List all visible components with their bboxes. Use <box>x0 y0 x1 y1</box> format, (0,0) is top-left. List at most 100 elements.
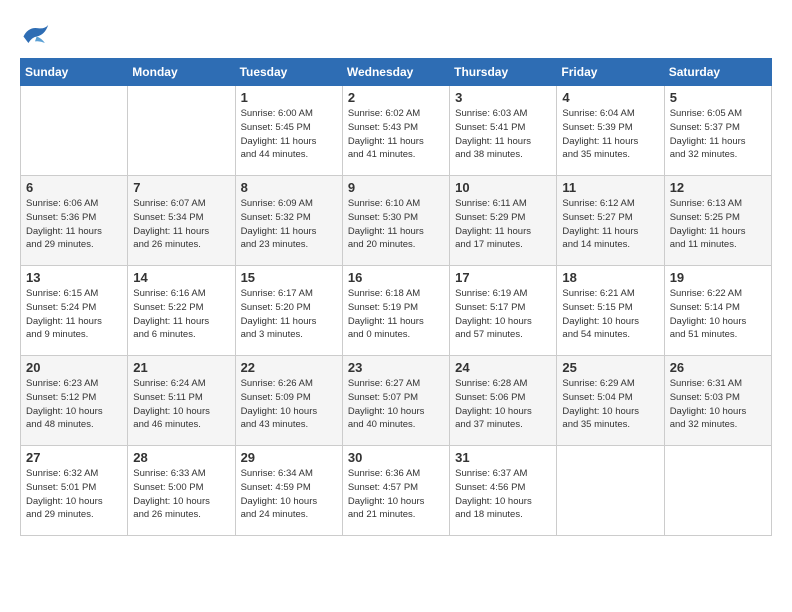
day-number: 25 <box>562 360 658 375</box>
day-number: 24 <box>455 360 551 375</box>
day-number: 29 <box>241 450 337 465</box>
day-info: Sunrise: 6:33 AM Sunset: 5:00 PM Dayligh… <box>133 467 229 522</box>
calendar-cell: 4Sunrise: 6:04 AM Sunset: 5:39 PM Daylig… <box>557 86 664 176</box>
day-info: Sunrise: 6:03 AM Sunset: 5:41 PM Dayligh… <box>455 107 551 162</box>
day-number: 18 <box>562 270 658 285</box>
day-number: 7 <box>133 180 229 195</box>
calendar-week-4: 20 Sunrise: 6:23 AM Sunset: 5:12 PM Dayli… <box>21 356 772 446</box>
calendar-cell: 20 Sunrise: 6:23 AM Sunset: 5:12 PM Dayli… <box>21 356 128 446</box>
calendar-cell: 25 Sunrise: 6:29 AM Sunset: 5:04 PM Dayli… <box>557 356 664 446</box>
day-number: 9 <box>348 180 444 195</box>
calendar-cell: 22 Sunrise: 6:26 AM Sunset: 5:09 PM Dayli… <box>235 356 342 446</box>
calendar-cell: 12 Sunrise: 6:13 AM Sunset: 5:25 PM Dayli… <box>664 176 771 266</box>
day-number: 14 <box>133 270 229 285</box>
calendar-cell: 21Sunrise: 6:24 AM Sunset: 5:11 PM Dayli… <box>128 356 235 446</box>
day-number: 26 <box>670 360 766 375</box>
calendar-cell: 29 Sunrise: 6:34 AM Sunset: 4:59 PM Dayli… <box>235 446 342 536</box>
calendar-cell: 2 Sunrise: 6:02 AM Sunset: 5:43 PM Daylig… <box>342 86 449 176</box>
day-info: Sunrise: 6:36 AM Sunset: 4:57 PM Dayligh… <box>348 467 444 522</box>
day-number: 16 <box>348 270 444 285</box>
calendar-cell: 6 Sunrise: 6:06 AM Sunset: 5:36 PM Daylig… <box>21 176 128 266</box>
day-header-wednesday: Wednesday <box>342 59 449 86</box>
day-info: Sunrise: 6:18 AM Sunset: 5:19 PM Dayligh… <box>348 287 444 342</box>
day-number: 4 <box>562 90 658 105</box>
day-number: 8 <box>241 180 337 195</box>
day-number: 3 <box>455 90 551 105</box>
calendar-cell: 31 Sunrise: 6:37 AM Sunset: 4:56 PM Dayli… <box>450 446 557 536</box>
day-number: 28 <box>133 450 229 465</box>
day-number: 19 <box>670 270 766 285</box>
day-header-saturday: Saturday <box>664 59 771 86</box>
day-number: 5 <box>670 90 766 105</box>
day-number: 2 <box>348 90 444 105</box>
calendar-cell: 9 Sunrise: 6:10 AM Sunset: 5:30 PM Daylig… <box>342 176 449 266</box>
day-header-monday: Monday <box>128 59 235 86</box>
calendar-week-2: 6 Sunrise: 6:06 AM Sunset: 5:36 PM Daylig… <box>21 176 772 266</box>
day-number: 10 <box>455 180 551 195</box>
day-info: Sunrise: 6:19 AM Sunset: 5:17 PM Dayligh… <box>455 287 551 342</box>
calendar-cell: 16 Sunrise: 6:18 AM Sunset: 5:19 PM Dayli… <box>342 266 449 356</box>
day-info: Sunrise: 6:37 AM Sunset: 4:56 PM Dayligh… <box>455 467 551 522</box>
day-info: Sunrise: 6:11 AM Sunset: 5:29 PM Dayligh… <box>455 197 551 252</box>
day-number: 22 <box>241 360 337 375</box>
calendar-cell: 13Sunrise: 6:15 AM Sunset: 5:24 PM Dayli… <box>21 266 128 356</box>
day-info: Sunrise: 6:26 AM Sunset: 5:09 PM Dayligh… <box>241 377 337 432</box>
calendar-cell: 7 Sunrise: 6:07 AM Sunset: 5:34 PM Daylig… <box>128 176 235 266</box>
day-info: Sunrise: 6:07 AM Sunset: 5:34 PM Dayligh… <box>133 197 229 252</box>
calendar-cell: 18 Sunrise: 6:21 AM Sunset: 5:15 PM Dayli… <box>557 266 664 356</box>
calendar-cell: 5 Sunrise: 6:05 AM Sunset: 5:37 PM Daylig… <box>664 86 771 176</box>
day-number: 12 <box>670 180 766 195</box>
day-number: 17 <box>455 270 551 285</box>
day-number: 6 <box>26 180 122 195</box>
calendar-cell: 11 Sunrise: 6:12 AM Sunset: 5:27 PM Dayli… <box>557 176 664 266</box>
day-info: Sunrise: 6:05 AM Sunset: 5:37 PM Dayligh… <box>670 107 766 162</box>
calendar-cell: 1Sunrise: 6:00 AM Sunset: 5:45 PM Daylig… <box>235 86 342 176</box>
calendar-cell: 30Sunrise: 6:36 AM Sunset: 4:57 PM Dayli… <box>342 446 449 536</box>
day-info: Sunrise: 6:27 AM Sunset: 5:07 PM Dayligh… <box>348 377 444 432</box>
calendar-week-1: 1Sunrise: 6:00 AM Sunset: 5:45 PM Daylig… <box>21 86 772 176</box>
calendar-header: SundayMondayTuesdayWednesdayThursdayFrid… <box>21 59 772 86</box>
day-info: Sunrise: 6:24 AM Sunset: 5:11 PM Dayligh… <box>133 377 229 432</box>
calendar-cell: 3 Sunrise: 6:03 AM Sunset: 5:41 PM Daylig… <box>450 86 557 176</box>
calendar-week-3: 13Sunrise: 6:15 AM Sunset: 5:24 PM Dayli… <box>21 266 772 356</box>
day-info: Sunrise: 6:34 AM Sunset: 4:59 PM Dayligh… <box>241 467 337 522</box>
calendar-cell: 28 Sunrise: 6:33 AM Sunset: 5:00 PM Dayli… <box>128 446 235 536</box>
day-info: Sunrise: 6:21 AM Sunset: 5:15 PM Dayligh… <box>562 287 658 342</box>
day-info: Sunrise: 6:09 AM Sunset: 5:32 PM Dayligh… <box>241 197 337 252</box>
day-info: Sunrise: 6:17 AM Sunset: 5:20 PM Dayligh… <box>241 287 337 342</box>
day-info: Sunrise: 6:31 AM Sunset: 5:03 PM Dayligh… <box>670 377 766 432</box>
day-info: Sunrise: 6:23 AM Sunset: 5:12 PM Dayligh… <box>26 377 122 432</box>
calendar-cell: 24Sunrise: 6:28 AM Sunset: 5:06 PM Dayli… <box>450 356 557 446</box>
calendar-week-5: 27 Sunrise: 6:32 AM Sunset: 5:01 PM Dayli… <box>21 446 772 536</box>
logo-icon <box>20 20 50 48</box>
day-info: Sunrise: 6:02 AM Sunset: 5:43 PM Dayligh… <box>348 107 444 162</box>
day-header-sunday: Sunday <box>21 59 128 86</box>
calendar-cell: 8 Sunrise: 6:09 AM Sunset: 5:32 PM Daylig… <box>235 176 342 266</box>
calendar-cell: 27 Sunrise: 6:32 AM Sunset: 5:01 PM Dayli… <box>21 446 128 536</box>
calendar-cell: 19 Sunrise: 6:22 AM Sunset: 5:14 PM Dayli… <box>664 266 771 356</box>
day-number: 11 <box>562 180 658 195</box>
day-number: 23 <box>348 360 444 375</box>
day-number: 31 <box>455 450 551 465</box>
day-header-friday: Friday <box>557 59 664 86</box>
calendar-cell <box>664 446 771 536</box>
calendar-cell: 26 Sunrise: 6:31 AM Sunset: 5:03 PM Dayli… <box>664 356 771 446</box>
day-info: Sunrise: 6:12 AM Sunset: 5:27 PM Dayligh… <box>562 197 658 252</box>
day-header-tuesday: Tuesday <box>235 59 342 86</box>
day-info: Sunrise: 6:13 AM Sunset: 5:25 PM Dayligh… <box>670 197 766 252</box>
day-number: 27 <box>26 450 122 465</box>
calendar-cell <box>21 86 128 176</box>
day-number: 20 <box>26 360 122 375</box>
day-info: Sunrise: 6:22 AM Sunset: 5:14 PM Dayligh… <box>670 287 766 342</box>
calendar-cell: 14Sunrise: 6:16 AM Sunset: 5:22 PM Dayli… <box>128 266 235 356</box>
day-info: Sunrise: 6:29 AM Sunset: 5:04 PM Dayligh… <box>562 377 658 432</box>
logo <box>20 20 54 48</box>
day-info: Sunrise: 6:15 AM Sunset: 5:24 PM Dayligh… <box>26 287 122 342</box>
day-info: Sunrise: 6:32 AM Sunset: 5:01 PM Dayligh… <box>26 467 122 522</box>
day-info: Sunrise: 6:06 AM Sunset: 5:36 PM Dayligh… <box>26 197 122 252</box>
day-info: Sunrise: 6:10 AM Sunset: 5:30 PM Dayligh… <box>348 197 444 252</box>
day-number: 15 <box>241 270 337 285</box>
day-info: Sunrise: 6:00 AM Sunset: 5:45 PM Dayligh… <box>241 107 337 162</box>
calendar-cell <box>128 86 235 176</box>
page-header <box>20 20 772 48</box>
